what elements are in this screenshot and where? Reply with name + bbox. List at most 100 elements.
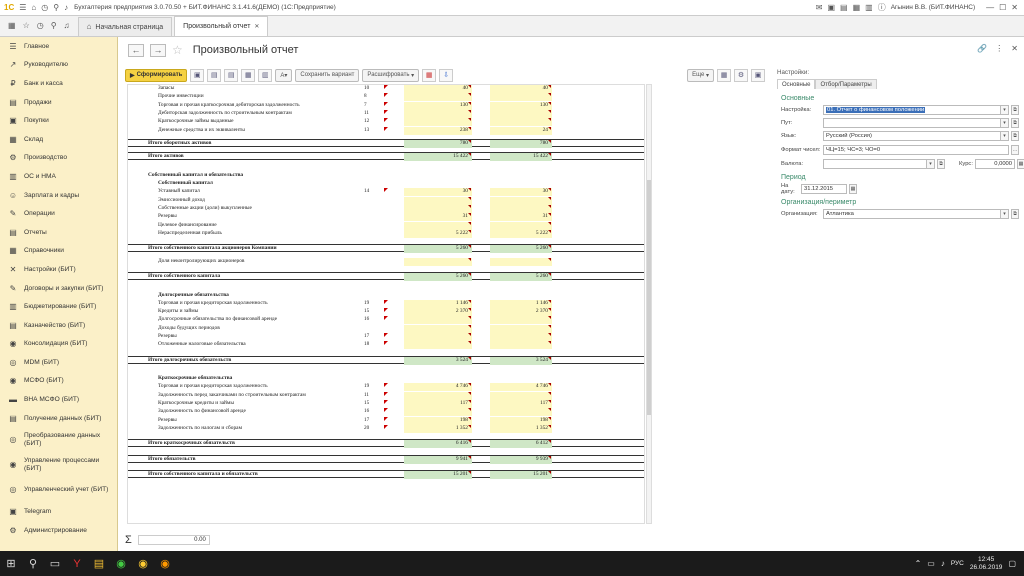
sidebar-item[interactable]: ▤ Получение данных (БИТ) — [0, 409, 117, 428]
link-icon[interactable]: 🔗 — [977, 45, 987, 53]
value-cell[interactable]: 780 — [490, 139, 552, 148]
select-button[interactable]: … — [1011, 145, 1019, 155]
tab-report[interactable]: Произвольный отчет ✕ — [174, 16, 269, 36]
onec-icon[interactable]: ◉ — [154, 551, 176, 576]
value-cell[interactable]: 31 — [404, 213, 472, 222]
value-cell[interactable] — [404, 196, 472, 205]
bell-icon[interactable]: ♪ — [64, 3, 68, 12]
tab-filter[interactable]: Отбор/Параметры — [815, 79, 877, 89]
sidebar-item[interactable]: ▦ Справочники — [0, 242, 117, 261]
star-icon[interactable]: ☆ — [23, 22, 30, 30]
close-icon[interactable]: ✕ — [254, 24, 259, 30]
value-cell[interactable]: 9 941 — [404, 455, 472, 464]
setting-input[interactable]: 01. Отчет о финансовом положении — [823, 105, 1001, 115]
close-icon[interactable]: ✕ — [1011, 3, 1018, 12]
save-icon[interactable]: ▣ — [827, 3, 835, 12]
calc-icon[interactable]: ▦ — [853, 3, 861, 12]
value-cell[interactable] — [490, 205, 552, 213]
currency-input[interactable] — [823, 159, 927, 169]
value-cell[interactable]: 3 524 — [490, 356, 552, 365]
value-cell[interactable]: 130 — [404, 101, 472, 110]
app-icon[interactable]: ◉ — [132, 551, 154, 576]
dropdown-icon[interactable]: ▾ — [1001, 105, 1009, 115]
value-cell[interactable]: 5 222 — [490, 229, 552, 238]
open-icon[interactable]: ⧉ — [1011, 118, 1019, 128]
value-cell[interactable] — [404, 316, 472, 325]
value-cell[interactable]: 15 422 — [404, 153, 472, 162]
tab-home[interactable]: ⌂ Начальная страница — [77, 17, 173, 36]
value-cell[interactable]: 15 422 — [490, 153, 552, 162]
print-icon[interactable]: ▤ — [224, 68, 239, 82]
value-cell[interactable]: 31 — [490, 213, 552, 222]
open-icon[interactable]: ⧉ — [1011, 209, 1019, 219]
value-cell[interactable]: 30 — [490, 188, 552, 197]
report-grid[interactable]: Запасы 10 40 40 Прочие инвестиции 8 Торговая и… — [127, 84, 645, 524]
more-button[interactable]: Еще ▾ — [687, 68, 714, 82]
path-input[interactable] — [823, 118, 1001, 128]
close-icon[interactable]: ✕ — [1011, 45, 1018, 53]
org-input[interactable]: Атлантика — [823, 209, 1001, 219]
value-cell[interactable]: 5 260 — [490, 273, 552, 281]
sidebar-item[interactable]: ◎ Преобразование данных (БИТ) — [0, 427, 117, 452]
dropdown-icon[interactable]: ▾ — [1001, 209, 1009, 219]
open-icon[interactable]: ⧉ — [1011, 131, 1019, 141]
value-cell[interactable] — [404, 257, 472, 266]
form-report-button[interactable]: ▶ Сформировать — [125, 68, 188, 82]
value-cell[interactable] — [490, 118, 552, 127]
rate-input[interactable]: 0,0000 — [975, 159, 1015, 169]
value-cell[interactable] — [490, 324, 552, 333]
value-cell[interactable]: 3 524 — [404, 356, 472, 365]
value-cell[interactable] — [404, 205, 472, 213]
bell-icon[interactable]: ♫ — [64, 22, 70, 30]
sidebar-item[interactable]: ▥ Бюджетирование (БИТ) — [0, 297, 117, 316]
sidebar-item[interactable]: ⚙ Администрирование — [0, 521, 117, 540]
value-cell[interactable]: 5 260 — [404, 245, 472, 254]
windows-start-icon[interactable]: ⊞ — [0, 551, 22, 576]
decode-button[interactable]: Расшифровать ▾ — [362, 68, 420, 82]
dropdown-icon[interactable]: ▾ — [1001, 118, 1009, 128]
input-language[interactable]: РУС — [951, 560, 964, 567]
tray-up-icon[interactable]: ⌃ — [915, 559, 922, 568]
dropdown-icon[interactable]: ▾ — [1001, 131, 1009, 141]
search-icon[interactable]: ⚲ — [22, 551, 44, 576]
sidebar-item[interactable]: ✎ Операции — [0, 204, 117, 223]
files-icon[interactable]: ▤ — [88, 551, 110, 576]
forward-button[interactable]: → — [150, 43, 166, 57]
font-size-button[interactable]: A▾ — [275, 68, 293, 82]
value-cell[interactable]: 4 746 — [404, 383, 472, 392]
value-cell[interactable]: 1 146 — [490, 299, 552, 308]
value-cell[interactable] — [404, 118, 472, 127]
value-cell[interactable]: 5 260 — [404, 273, 472, 281]
sidebar-item[interactable]: ▤ Продажи — [0, 93, 117, 112]
value-cell[interactable] — [490, 316, 552, 325]
value-cell[interactable] — [404, 391, 472, 400]
open-icon[interactable]: ⧉ — [937, 159, 945, 169]
network-icon[interactable]: ▭ — [927, 559, 935, 568]
value-cell[interactable]: 198 — [490, 416, 552, 425]
calc-icon[interactable]: ▦ — [1017, 159, 1024, 169]
date-input[interactable]: 31.12.2015 — [801, 184, 847, 194]
value-cell[interactable] — [404, 324, 472, 333]
sidebar-item[interactable]: ↗ Руководителю — [0, 56, 117, 75]
home-icon[interactable]: ⌂ — [31, 3, 36, 12]
value-cell[interactable]: 1 352 — [404, 424, 472, 433]
menu-icon[interactable]: ☰ — [19, 3, 26, 12]
calendar-icon[interactable]: ▥ — [865, 3, 873, 12]
value-cell[interactable] — [404, 333, 472, 341]
chrome-icon[interactable]: ◉ — [110, 551, 132, 576]
sidebar-item[interactable]: ▬ ВНА МСФО (БИТ) — [0, 390, 117, 409]
language-input[interactable]: Русский (Россия) — [823, 131, 1001, 141]
value-cell[interactable] — [490, 196, 552, 205]
save-variant-button[interactable]: Сохранить вариант — [295, 68, 360, 82]
value-cell[interactable]: 117 — [404, 400, 472, 408]
grid-icon[interactable]: ▦ — [8, 22, 16, 30]
history-icon[interactable]: ◷ — [37, 22, 44, 30]
number-format-input[interactable]: ЧЦ=15; ЧС=3; ЧО=0 — [823, 145, 1009, 155]
sidebar-item[interactable]: ▥ ОС и НМА — [0, 167, 117, 186]
sidebar-item[interactable]: ▣ Telegram — [0, 502, 117, 521]
value-cell[interactable] — [490, 257, 552, 266]
value-cell[interactable] — [490, 221, 552, 230]
panel-icon[interactable]: ▣ — [751, 68, 765, 82]
gear-icon[interactable]: ⚙ — [734, 68, 748, 82]
sidebar-item[interactable]: ▣ Покупки — [0, 111, 117, 130]
